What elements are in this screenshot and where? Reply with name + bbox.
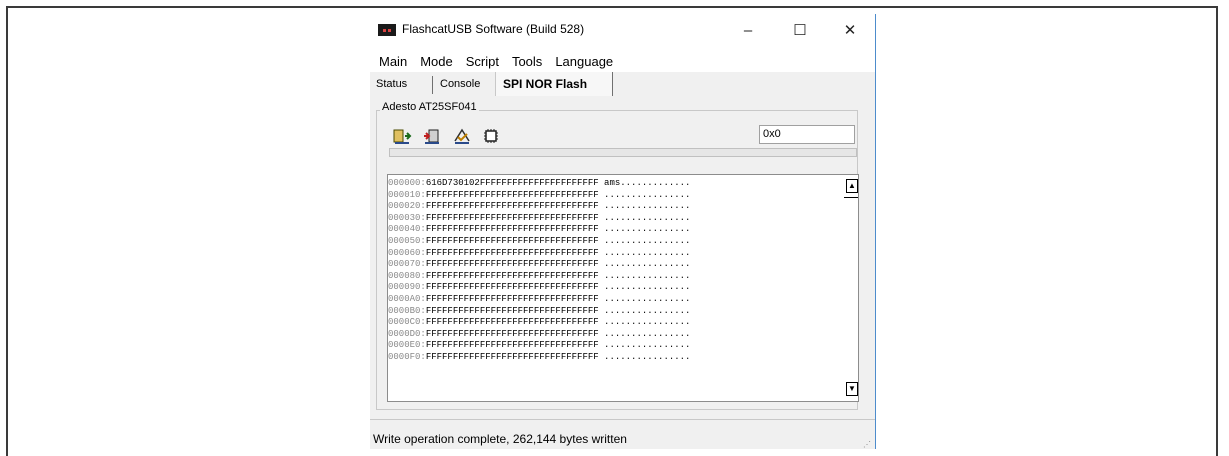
- hex-offset: 0000F0:: [388, 351, 426, 362]
- hex-row: 000010:FFFFFFFFFFFFFFFFFFFFFFFFFFFFFFFF …: [388, 190, 690, 202]
- status-text: Write operation complete, 262,144 bytes …: [373, 432, 627, 446]
- hex-bytes: FFFFFFFFFFFFFFFFFFFFFFFFFFFFFFFF: [425, 328, 599, 339]
- hex-bytes: 616D730102FFFFFFFFFFFFFFFFFFFFFF: [425, 178, 599, 188]
- hex-ascii: ................: [604, 282, 691, 293]
- hex-offset: 000080:: [388, 270, 426, 281]
- hex-bytes: FFFFFFFFFFFFFFFFFFFFFFFFFFFFFFFF: [425, 305, 599, 316]
- hex-row: 000040:FFFFFFFFFFFFFFFFFFFFFFFFFFFFFFFF …: [388, 224, 690, 236]
- hex-ascii: ................: [604, 235, 691, 246]
- hex-offset: 0000C0:: [388, 317, 426, 328]
- hex-row: 000020:FFFFFFFFFFFFFFFFFFFFFFFFFFFFFFFF …: [388, 201, 690, 213]
- menu-script[interactable]: Script: [466, 54, 499, 69]
- hex-ascii: ................: [604, 247, 691, 258]
- hex-bytes: FFFFFFFFFFFFFFFFFFFFFFFFFFFFFFFF: [425, 212, 599, 223]
- hex-bytes: FFFFFFFFFFFFFFFFFFFFFFFFFFFFFFFF: [425, 224, 599, 235]
- hex-row: 000090:FFFFFFFFFFFFFFFFFFFFFFFFFFFFFFFF …: [388, 282, 690, 294]
- hex-offset: 000070:: [388, 259, 426, 270]
- tab-spi-nor-flash[interactable]: SPI NOR Flash: [503, 74, 587, 94]
- window-title: FlashcatUSB Software (Build 528): [402, 22, 585, 36]
- hex-row: 000080:FFFFFFFFFFFFFFFFFFFFFFFFFFFFFFFF …: [388, 271, 690, 283]
- hex-row: 0000D0:FFFFFFFFFFFFFFFFFFFFFFFFFFFFFFFF …: [388, 329, 690, 341]
- hex-ascii: ams.............: [604, 178, 691, 188]
- tab-console[interactable]: Console: [440, 74, 480, 94]
- title-bar: FlashcatUSB Software (Build 528) – ☐ ✕: [370, 14, 875, 48]
- tab-divider: [432, 76, 433, 94]
- hex-ascii: ................: [604, 305, 691, 316]
- tab-status[interactable]: Status: [376, 74, 407, 94]
- resize-grip-icon[interactable]: ⋰: [863, 435, 871, 449]
- hex-row: 000070:FFFFFFFFFFFFFFFFFFFFFFFFFFFFFFFF …: [388, 259, 690, 271]
- hex-offset: 000010:: [388, 189, 426, 200]
- hex-ascii: ................: [604, 189, 691, 200]
- tab-strip: Status Console SPI NOR Flash: [370, 72, 875, 96]
- hex-row: 000060:FFFFFFFFFFFFFFFFFFFFFFFFFFFFFFFF …: [388, 248, 690, 260]
- hex-offset: 000060:: [388, 247, 426, 258]
- status-bar: Write operation complete, 262,144 bytes …: [370, 429, 875, 449]
- hex-bytes: FFFFFFFFFFFFFFFFFFFFFFFFFFFFFFFF: [425, 247, 599, 258]
- hex-bytes: FFFFFFFFFFFFFFFFFFFFFFFFFFFFFFFF: [425, 282, 599, 293]
- vertical-scrollbar[interactable]: ▲ ▼: [844, 175, 858, 401]
- read-chip-icon[interactable]: [391, 126, 413, 146]
- hex-offset: 000000:: [388, 178, 426, 188]
- hex-offset: 000030:: [388, 212, 426, 223]
- hex-ascii: ................: [604, 201, 691, 212]
- hex-row: 000030:FFFFFFFFFFFFFFFFFFFFFFFFFFFFFFFF …: [388, 213, 690, 225]
- minimize-button[interactable]: –: [725, 14, 771, 46]
- menu-mode[interactable]: Mode: [420, 54, 453, 69]
- scroll-up-icon[interactable]: ▲: [846, 179, 858, 193]
- hex-ascii: ................: [604, 224, 691, 235]
- scroll-down-icon[interactable]: ▼: [846, 382, 858, 396]
- hex-offset: 000090:: [388, 282, 426, 293]
- hex-editor[interactable]: 000000:616D730102FFFFFFFFFFFFFFFFFFFFFF …: [387, 174, 859, 402]
- maximize-button[interactable]: ☐: [777, 14, 823, 46]
- device-name: Adesto AT25SF041: [380, 101, 479, 113]
- hex-lines: 000000:616D730102FFFFFFFFFFFFFFFFFFFFFF …: [388, 178, 690, 364]
- hex-ascii: ................: [604, 317, 691, 328]
- hex-row: 0000E0:FFFFFFFFFFFFFFFFFFFFFFFFFFFFFFFF …: [388, 340, 690, 352]
- verify-icon[interactable]: [451, 126, 473, 146]
- spi-nor-flash-panel: Adesto AT25SF041 0x0 000000:616D730102FF…: [370, 96, 875, 419]
- hex-ascii: ................: [604, 212, 691, 223]
- hex-offset: 000040:: [388, 224, 426, 235]
- write-chip-icon[interactable]: [421, 126, 443, 146]
- menu-tools[interactable]: Tools: [512, 54, 542, 69]
- hex-ascii: ................: [604, 328, 691, 339]
- hex-bytes: FFFFFFFFFFFFFFFFFFFFFFFFFFFFFFFF: [425, 293, 599, 304]
- hex-row: 0000C0:FFFFFFFFFFFFFFFFFFFFFFFFFFFFFFFF …: [388, 317, 690, 329]
- hex-ascii: ................: [604, 293, 691, 304]
- hex-bytes: FFFFFFFFFFFFFFFFFFFFFFFFFFFFFFFF: [425, 235, 599, 246]
- hex-ascii: ................: [604, 340, 691, 351]
- scroll-thumb[interactable]: [844, 197, 858, 200]
- hex-bytes: FFFFFFFFFFFFFFFFFFFFFFFFFFFFFFFF: [425, 317, 599, 328]
- app-icon: [378, 24, 396, 36]
- erase-chip-icon[interactable]: [480, 126, 502, 146]
- hex-row: 000000:616D730102FFFFFFFFFFFFFFFFFFFFFF …: [388, 178, 690, 190]
- hex-offset: 000050:: [388, 235, 426, 246]
- progress-bar: [389, 148, 857, 157]
- menu-language[interactable]: Language: [555, 54, 613, 69]
- hex-bytes: FFFFFFFFFFFFFFFFFFFFFFFFFFFFFFFF: [425, 259, 599, 270]
- hex-ascii: ................: [604, 351, 691, 362]
- hex-bytes: FFFFFFFFFFFFFFFFFFFFFFFFFFFFFFFF: [425, 201, 599, 212]
- hex-bytes: FFFFFFFFFFFFFFFFFFFFFFFFFFFFFFFF: [425, 270, 599, 281]
- hex-bytes: FFFFFFFFFFFFFFFFFFFFFFFFFFFFFFFF: [425, 340, 599, 351]
- menu-bar: Main Mode Script Tools Language: [370, 50, 875, 72]
- hex-row: 0000F0:FFFFFFFFFFFFFFFFFFFFFFFFFFFFFFFF …: [388, 352, 690, 364]
- hex-bytes: FFFFFFFFFFFFFFFFFFFFFFFFFFFFFFFF: [425, 189, 599, 200]
- hex-offset: 0000E0:: [388, 340, 426, 351]
- address-input[interactable]: 0x0: [759, 125, 855, 144]
- hex-row: 0000B0:FFFFFFFFFFFFFFFFFFFFFFFFFFFFFFFF …: [388, 306, 690, 318]
- hex-row: 0000A0:FFFFFFFFFFFFFFFFFFFFFFFFFFFFFFFF …: [388, 294, 690, 306]
- close-button[interactable]: ✕: [827, 14, 873, 46]
- hex-bytes: FFFFFFFFFFFFFFFFFFFFFFFFFFFFFFFF: [425, 351, 599, 362]
- hex-ascii: ................: [604, 270, 691, 281]
- hex-offset: 0000A0:: [388, 293, 426, 304]
- app-window: FlashcatUSB Software (Build 528) – ☐ ✕ M…: [370, 14, 876, 449]
- hex-offset: 000020:: [388, 201, 426, 212]
- hex-offset: 0000B0:: [388, 305, 426, 316]
- menu-main[interactable]: Main: [379, 54, 407, 69]
- hex-offset: 0000D0:: [388, 328, 426, 339]
- hex-row: 000050:FFFFFFFFFFFFFFFFFFFFFFFFFFFFFFFF …: [388, 236, 690, 248]
- hex-ascii: ................: [604, 259, 691, 270]
